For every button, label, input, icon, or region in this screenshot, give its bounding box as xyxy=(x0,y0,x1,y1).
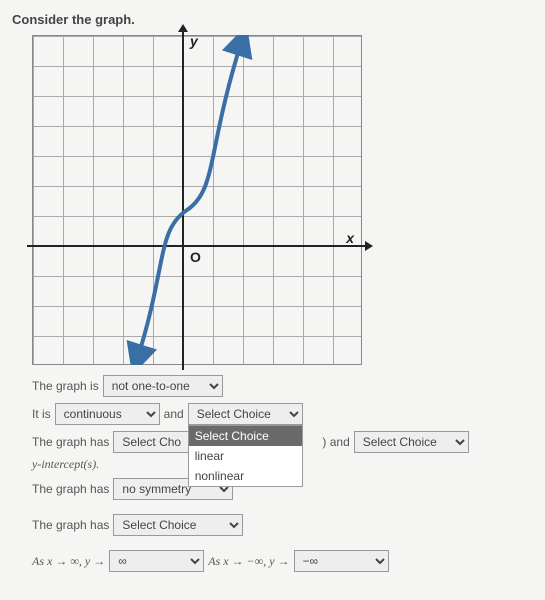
graph-plot: y x O xyxy=(32,35,362,365)
q3-mid: ) and xyxy=(322,435,349,449)
q3-suffix: y-intercept(s). xyxy=(32,457,99,472)
q2-select-2[interactable]: Select Choice xyxy=(188,403,303,425)
q2-mid: and xyxy=(164,407,184,421)
q1-prefix: The graph is xyxy=(32,379,99,393)
q2-select-1[interactable]: continuous xyxy=(55,403,160,425)
question-5: The graph has Select Choice xyxy=(32,514,533,536)
q1-select[interactable]: not one-to-one xyxy=(103,375,223,397)
q5-prefix: The graph has xyxy=(32,518,109,532)
q3-select-2[interactable]: Select Choice xyxy=(354,431,469,453)
q5-select[interactable]: Select Choice xyxy=(113,514,243,536)
q6-prefix-1: As x → ∞, y → xyxy=(32,554,105,569)
q6-select-2[interactable]: −∞ xyxy=(294,550,389,572)
q6-prefix-2: As x → −∞, y → xyxy=(208,554,289,569)
dropdown-option-nonlinear[interactable]: nonlinear xyxy=(189,466,302,486)
question-2: It is continuous and Select Choice Selec… xyxy=(32,403,533,425)
q6-select-1[interactable]: ∞ xyxy=(109,550,204,572)
question-6: As x → ∞, y → ∞ As x → −∞, y → −∞ xyxy=(32,550,533,572)
prompt-title: Consider the graph. xyxy=(12,12,533,27)
q2-prefix: It is xyxy=(32,407,51,421)
curve xyxy=(32,35,362,365)
question-1: The graph is not one-to-one xyxy=(32,375,533,397)
dropdown-menu: Select Choice linear nonlinear xyxy=(188,425,303,487)
dropdown-option-linear[interactable]: linear xyxy=(189,446,302,466)
q3-prefix: The graph has xyxy=(32,435,109,449)
dropdown-header[interactable]: Select Choice xyxy=(189,426,302,446)
q4-prefix: The graph has xyxy=(32,482,109,496)
